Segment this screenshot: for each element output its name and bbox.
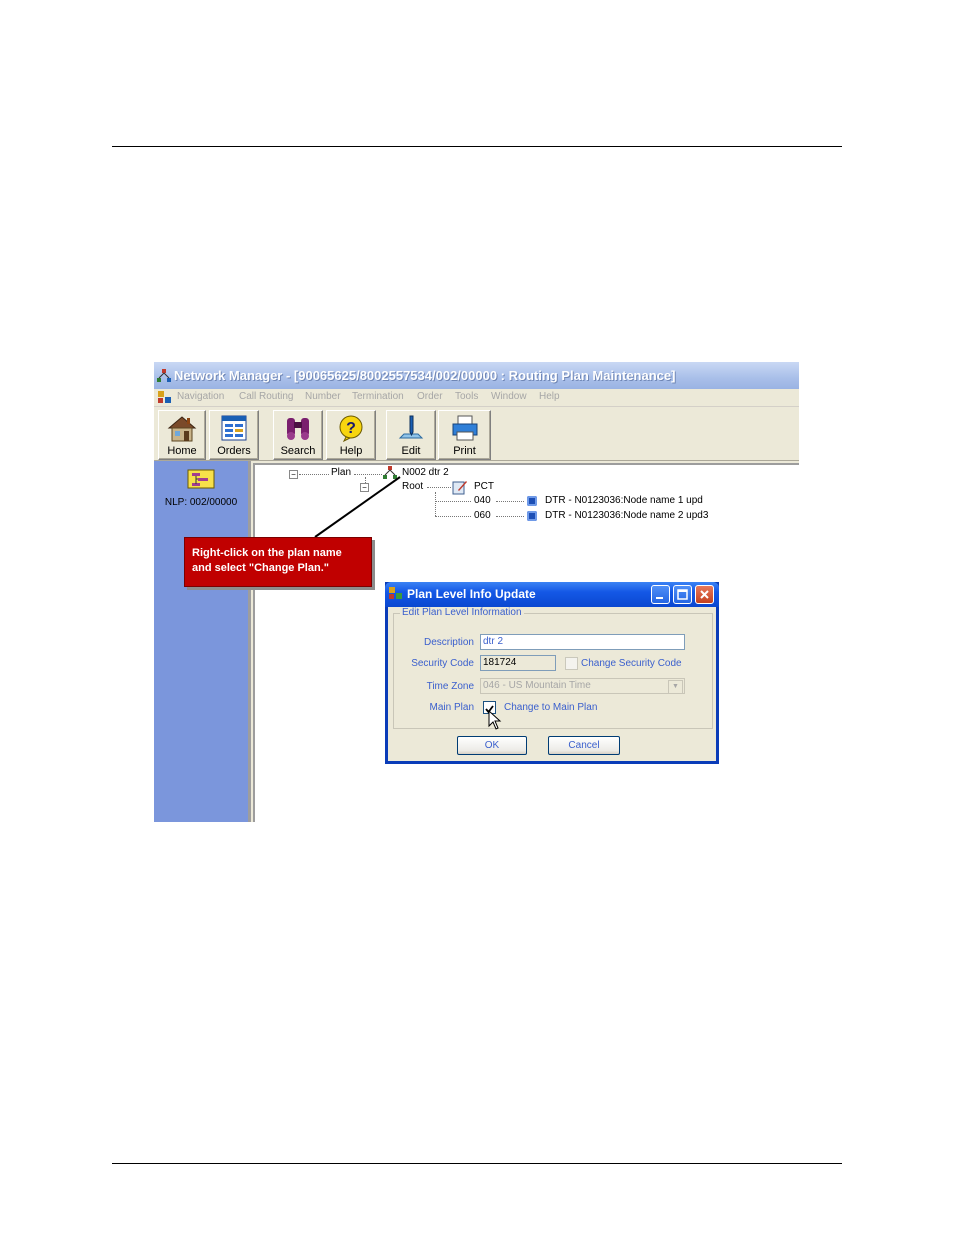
- orders-label: Orders: [217, 445, 251, 457]
- callout-line-2: and select "Change Plan.": [192, 562, 329, 574]
- tree-plan-name[interactable]: N002 dtr 2: [402, 467, 449, 478]
- printer-icon: [452, 415, 477, 441]
- help-button[interactable]: ? Help: [326, 410, 376, 460]
- tree-node1-code: 040: [474, 495, 491, 506]
- toolbar: Home Orders ▼ Searc: [154, 407, 799, 486]
- minimize-icon[interactable]: [651, 585, 670, 604]
- sidebar-panel: NLP: 002/00000: [154, 461, 251, 822]
- help-question-icon: ?: [339, 415, 363, 442]
- svg-text:?: ?: [346, 420, 356, 437]
- change-main-plan-label: Change to Main Plan: [504, 702, 598, 713]
- home-button[interactable]: Home: [158, 410, 206, 460]
- dtr-node-icon: [527, 511, 537, 521]
- maximize-icon[interactable]: [673, 585, 692, 604]
- dropdown-arrow-icon[interactable]: ▼: [668, 680, 683, 694]
- change-security-checkbox[interactable]: [565, 657, 578, 670]
- tree-root-label: Root: [402, 481, 424, 492]
- help-label: Help: [339, 445, 363, 457]
- network-app-icon: [157, 369, 171, 382]
- time-zone-label: Time Zone: [426, 681, 474, 692]
- root-expander-icon[interactable]: −: [360, 483, 369, 492]
- dialog-title: Plan Level Info Update: [407, 587, 536, 601]
- nlp-plan-icon[interactable]: [187, 469, 215, 489]
- edit-label: Edit: [401, 445, 421, 457]
- tree-node2-code: 060: [474, 510, 491, 521]
- cancel-button[interactable]: Cancel: [548, 736, 620, 755]
- menu-help[interactable]: Help: [539, 391, 560, 402]
- page-rule-top: [112, 146, 842, 147]
- change-security-label: Change Security Code: [581, 658, 682, 669]
- page-rule-bottom: [112, 1163, 842, 1164]
- tree-node2-label[interactable]: DTR - N0123036:Node name 2 upd3: [545, 510, 708, 521]
- orders-icon: [221, 415, 247, 441]
- callout-line-1: Right-click on the plan name: [192, 547, 342, 559]
- dtr-node-icon: [527, 496, 537, 506]
- dialog-body: Edit Plan Level Information Description …: [388, 607, 716, 761]
- orders-button[interactable]: Orders: [209, 410, 259, 460]
- plan-expander-icon[interactable]: −: [289, 470, 298, 479]
- search-label: Search: [280, 445, 316, 457]
- plan-level-info-dialog: Plan Level Info Update Edit Plan Level I…: [385, 582, 719, 764]
- tree-plan-label: Plan: [331, 467, 352, 478]
- search-button[interactable]: Search: [273, 410, 323, 460]
- print-button[interactable]: Print: [438, 410, 491, 460]
- menu-termination[interactable]: Termination: [352, 391, 404, 402]
- tree-node1-label[interactable]: DTR - N0123036:Node name 1 upd: [545, 495, 703, 506]
- window-title: Network Manager - [90065625/8002557534/0…: [174, 368, 676, 383]
- description-label: Description: [423, 637, 474, 648]
- pen-edit-icon: [398, 415, 424, 439]
- home-label: Home: [167, 445, 197, 457]
- callout-text: Right-click on the plan name and select …: [192, 546, 342, 576]
- time-zone-value: 046 - US Mountain Time: [483, 680, 591, 691]
- menu-order[interactable]: Order: [417, 391, 443, 402]
- ok-button[interactable]: OK: [457, 736, 527, 755]
- window-titlebar[interactable]: Network Manager - [90065625/8002557534/0…: [154, 362, 799, 389]
- plan-node-icon: [383, 466, 397, 479]
- binoculars-icon: [287, 418, 309, 440]
- menu-call-routing[interactable]: Call Routing: [239, 391, 293, 402]
- pct-edit-icon: [452, 481, 467, 495]
- callout-annotation: Right-click on the plan name and select …: [184, 537, 372, 587]
- main-plan-label: Main Plan: [429, 702, 474, 713]
- description-input[interactable]: dtr 2: [480, 634, 685, 650]
- nlp-label: NLP: 002/00000: [164, 497, 238, 508]
- edit-plan-group: Edit Plan Level Information Description …: [393, 607, 713, 730]
- menu-window[interactable]: Window: [491, 391, 527, 402]
- mdi-child-icon[interactable]: [158, 391, 172, 404]
- time-zone-select[interactable]: 046 - US Mountain Time ▼: [480, 678, 685, 694]
- close-icon[interactable]: [695, 585, 714, 604]
- mouse-pointer-icon: [488, 710, 502, 730]
- menu-tools[interactable]: Tools: [455, 391, 478, 402]
- house-icon: [167, 416, 197, 442]
- dialog-app-icon: [389, 587, 402, 599]
- dialog-titlebar[interactable]: Plan Level Info Update: [385, 582, 719, 607]
- security-code-input[interactable]: 181724: [480, 655, 556, 671]
- menu-navigation[interactable]: Navigation: [177, 391, 224, 402]
- group-legend: Edit Plan Level Information: [400, 607, 524, 618]
- edit-button[interactable]: Edit: [386, 410, 436, 460]
- menu-number[interactable]: Number: [305, 391, 341, 402]
- tree-pct-label[interactable]: PCT: [474, 481, 494, 492]
- security-code-label: Security Code: [411, 658, 474, 669]
- print-label: Print: [453, 445, 476, 457]
- menu-bar: Navigation Call Routing Number Terminati…: [154, 389, 799, 407]
